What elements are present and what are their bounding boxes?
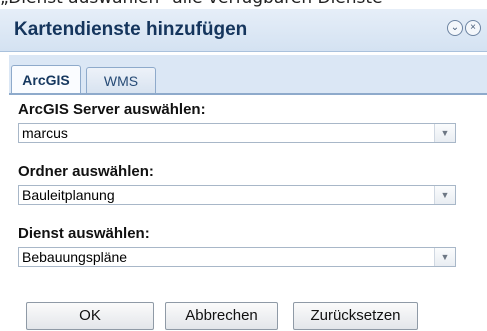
cancel-button[interactable]: Abbrechen [165, 302, 278, 330]
server-label: ArcGIS Server auswählen: [18, 101, 206, 118]
tab-wms[interactable]: WMS [86, 67, 156, 93]
close-icon[interactable]: × [465, 20, 481, 36]
service-label: Dienst auswählen: [18, 225, 150, 242]
service-select-value: Bebauungspläne [22, 249, 128, 265]
cropped-text-strip: „Dienst auswählen“ alle verfügbaren Dien… [0, 0, 487, 9]
dialog-title: Kartendienste hinzufügen [14, 19, 248, 40]
chevron-down-icon[interactable]: ▼ [434, 124, 455, 142]
chevron-down-icon[interactable]: ▼ [434, 248, 455, 266]
cropped-caption: „Dienst auswählen“ alle verfügbaren Dien… [0, 0, 383, 8]
folder-select[interactable]: Bauleitplanung ▼ [18, 185, 456, 205]
add-map-services-dialog: Kartendienste hinzufügen ⌄ × ArcGIS WMS … [0, 9, 487, 331]
folder-label: Ordner auswählen: [18, 163, 154, 180]
folder-select-value: Bauleitplanung [22, 187, 115, 203]
dialog-header: Kartendienste hinzufügen ⌄ × [0, 9, 487, 52]
chevron-down-icon[interactable]: ▼ [434, 186, 455, 204]
service-select[interactable]: Bebauungspläne ▼ [18, 247, 456, 267]
tab-strip: ArcGIS WMS [9, 55, 487, 93]
tab-content: ArcGIS Server auswählen: marcus ▼ Ordner… [9, 93, 487, 331]
server-select[interactable]: marcus ▼ [18, 123, 456, 143]
collapse-icon[interactable]: ⌄ [447, 20, 463, 36]
reset-button[interactable]: Zurücksetzen [293, 302, 418, 330]
server-select-value: marcus [22, 125, 68, 141]
tab-arcgis[interactable]: ArcGIS [11, 65, 81, 93]
ok-button[interactable]: OK [26, 302, 154, 330]
